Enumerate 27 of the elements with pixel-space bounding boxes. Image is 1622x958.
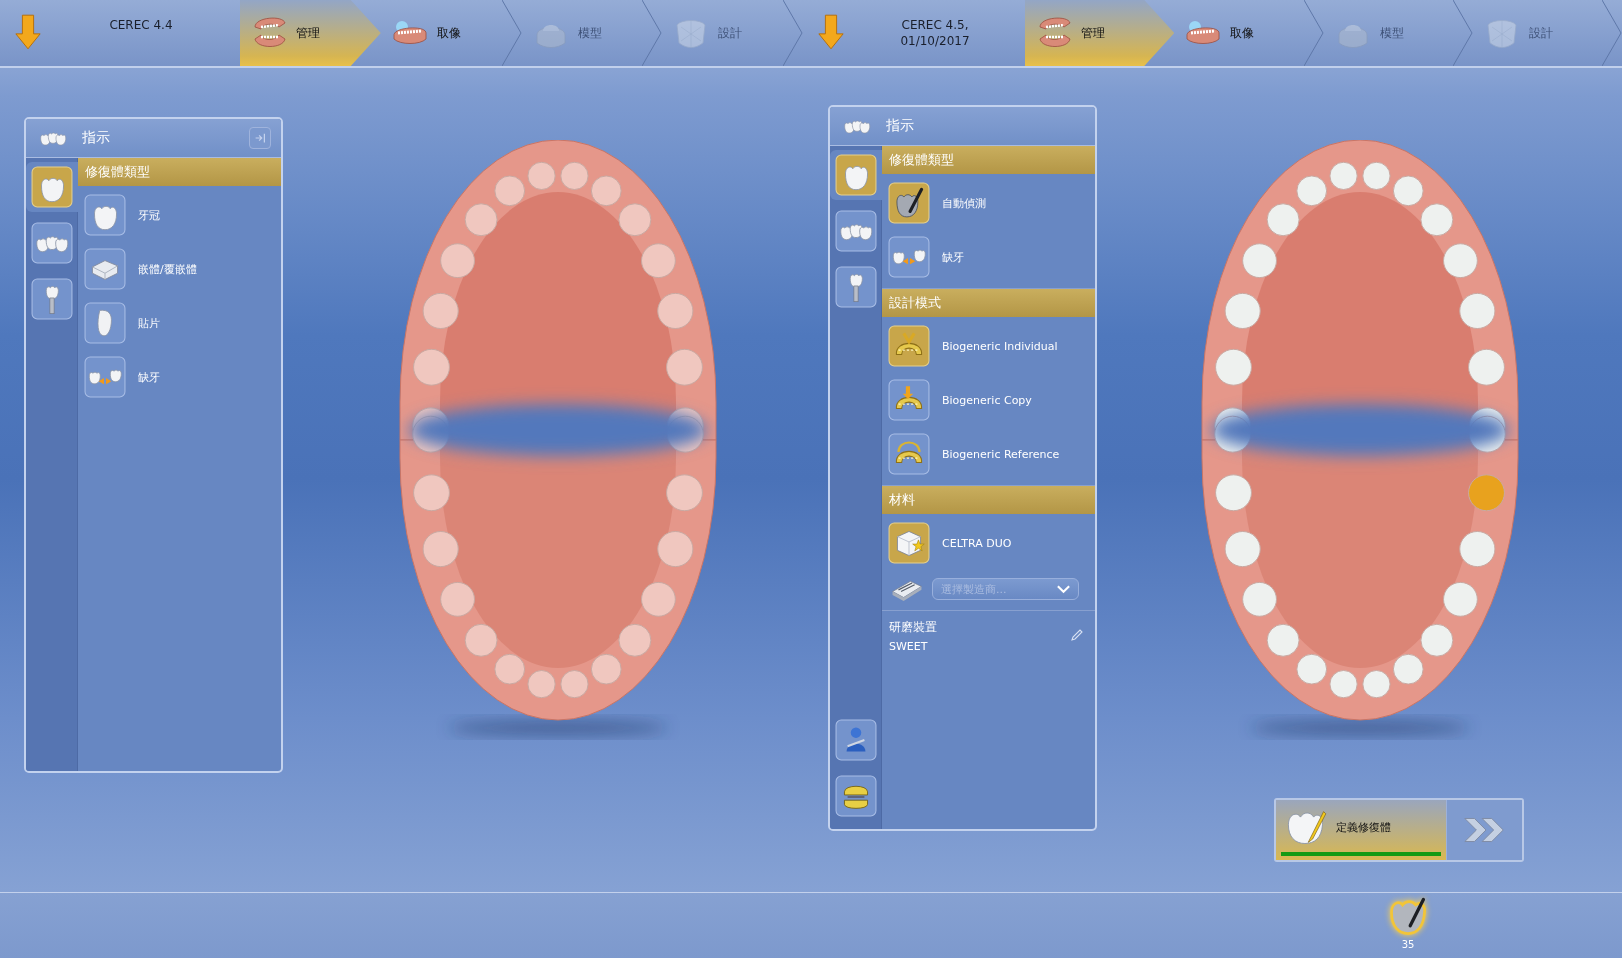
option-item[interactable]: Biogeneric Individual — [882, 319, 1095, 373]
option-item[interactable]: Biogeneric Reference — [882, 427, 1095, 481]
option-item[interactable]: 牙冠 — [78, 188, 281, 242]
version-text: CEREC 4.5, — [901, 17, 969, 33]
panel-title: 指示 — [886, 117, 915, 135]
section-header: 修復體類型 — [882, 146, 1095, 174]
panel-title: 指示 — [82, 129, 111, 147]
workflow-step[interactable]: 取像 — [380, 0, 522, 66]
option-item[interactable]: 缺牙 — [882, 230, 1095, 284]
workflow-step[interactable]: 取像 — [1174, 0, 1324, 66]
section-header: 材料 — [882, 485, 1095, 514]
mill-label: 研磨裝置 — [889, 619, 938, 636]
section-header: 修復體類型 — [78, 158, 281, 186]
option-item[interactable]: 嵌體/覆嵌體 — [78, 242, 281, 296]
define-restoration-button[interactable]: 定義修復體 — [1276, 800, 1446, 860]
option-item[interactable]: 自動偵測 — [882, 176, 1095, 230]
tooth-badge[interactable]: 35 — [1386, 893, 1430, 958]
version-text: 01/10/2017 — [900, 33, 970, 49]
option-item[interactable]: 缺牙 — [78, 350, 281, 404]
option-item[interactable]: Biogeneric Copy — [882, 373, 1095, 427]
option-item[interactable]: CELTRA DUO — [882, 516, 1095, 570]
mill-value: SWEET — [889, 640, 929, 653]
version-text: CEREC 4.4 — [109, 17, 173, 33]
workflow-step[interactable]: 管理 — [1025, 0, 1175, 66]
section-header: 設計模式 — [882, 288, 1095, 317]
option-item[interactable]: 貼片 — [78, 296, 281, 350]
workflow-step[interactable]: 管理 — [240, 0, 381, 66]
